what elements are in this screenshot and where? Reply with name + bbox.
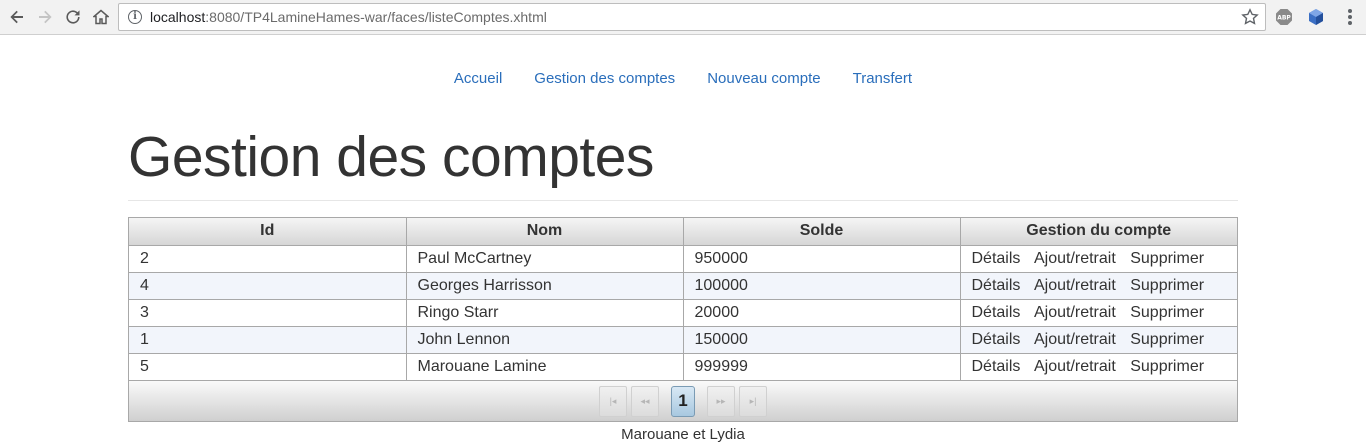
url-text: localhost:8080/TP4LamineHames-war/faces/… bbox=[150, 9, 547, 25]
column-header-id[interactable]: Id bbox=[129, 218, 407, 246]
details-link[interactable]: Détails bbox=[972, 277, 1021, 294]
cell-solde: 150000 bbox=[683, 326, 961, 354]
paginator: |◂ ◂◂ 1 ▸▸ ▸| bbox=[129, 380, 1237, 421]
table-row: 3 Ringo Starr 20000 Détails Ajout/retrai… bbox=[129, 299, 1237, 327]
cell-actions: Détails Ajout/retrait Supprimer bbox=[960, 353, 1237, 380]
supprimer-link[interactable]: Supprimer bbox=[1130, 304, 1204, 321]
first-page-icon[interactable]: |◂ bbox=[599, 385, 627, 417]
cell-nom: Marouane Lamine bbox=[406, 353, 684, 380]
table-row: 5 Marouane Lamine 999999 Détails Ajout/r… bbox=[129, 353, 1237, 380]
cell-nom: Georges Harrisson bbox=[406, 272, 684, 300]
ajout-retrait-link[interactable]: Ajout/retrait bbox=[1034, 250, 1116, 267]
cell-id: 5 bbox=[129, 353, 407, 380]
nav-gestion-comptes[interactable]: Gestion des comptes bbox=[534, 69, 675, 89]
cell-solde: 999999 bbox=[683, 353, 961, 380]
column-header-solde[interactable]: Solde bbox=[683, 218, 961, 246]
supprimer-link[interactable]: Supprimer bbox=[1130, 331, 1204, 348]
cell-actions: Détails Ajout/retrait Supprimer bbox=[960, 272, 1237, 300]
browser-menu-icon[interactable] bbox=[1348, 9, 1352, 25]
home-icon[interactable] bbox=[90, 6, 112, 28]
cell-nom: Ringo Starr bbox=[406, 299, 684, 327]
column-header-gestion: Gestion du compte bbox=[960, 218, 1237, 246]
cell-id: 4 bbox=[129, 272, 407, 300]
cell-actions: Détails Ajout/retrait Supprimer bbox=[960, 299, 1237, 327]
table-row: 1 John Lennon 150000 Détails Ajout/retra… bbox=[129, 326, 1237, 354]
last-page-icon[interactable]: ▸| bbox=[739, 385, 767, 417]
accounts-table: Id Nom Solde Gestion du compte 2 Paul Mc… bbox=[128, 217, 1238, 422]
nav-nouveau-compte[interactable]: Nouveau compte bbox=[707, 69, 820, 89]
cell-nom: Paul McCartney bbox=[406, 245, 684, 273]
page-title: Gestion des comptes bbox=[128, 125, 654, 189]
column-header-nom[interactable]: Nom bbox=[406, 218, 684, 246]
supprimer-link[interactable]: Supprimer bbox=[1130, 277, 1204, 294]
nav-accueil[interactable]: Accueil bbox=[454, 69, 502, 89]
main-navigation: Accueil Gestion des comptes Nouveau comp… bbox=[0, 69, 1366, 89]
cell-solde: 950000 bbox=[683, 245, 961, 273]
footer-text: Marouane et Lydia bbox=[621, 426, 745, 443]
supprimer-link[interactable]: Supprimer bbox=[1130, 358, 1204, 375]
cell-id: 3 bbox=[129, 299, 407, 327]
cell-id: 2 bbox=[129, 245, 407, 273]
ajout-retrait-link[interactable]: Ajout/retrait bbox=[1034, 358, 1116, 375]
ajout-retrait-link[interactable]: Ajout/retrait bbox=[1034, 277, 1116, 294]
table-row: 2 Paul McCartney 950000 Détails Ajout/re… bbox=[129, 245, 1237, 273]
back-arrow-icon[interactable] bbox=[6, 6, 28, 28]
ajout-retrait-link[interactable]: Ajout/retrait bbox=[1034, 331, 1116, 348]
cell-solde: 100000 bbox=[683, 272, 961, 300]
bookmark-star-icon[interactable] bbox=[1241, 8, 1259, 26]
info-icon[interactable]: i bbox=[128, 10, 142, 24]
table-header-row: Id Nom Solde Gestion du compte bbox=[129, 218, 1237, 246]
extension-cube-icon[interactable] bbox=[1307, 8, 1325, 26]
svg-text:ABP: ABP bbox=[1277, 15, 1291, 22]
details-link[interactable]: Détails bbox=[972, 304, 1021, 321]
nav-transfert[interactable]: Transfert bbox=[853, 69, 912, 89]
cell-actions: Détails Ajout/retrait Supprimer bbox=[960, 326, 1237, 354]
next-page-icon[interactable]: ▸▸ bbox=[707, 385, 735, 417]
details-link[interactable]: Détails bbox=[972, 331, 1021, 348]
cell-solde: 20000 bbox=[683, 299, 961, 327]
cell-id: 1 bbox=[129, 326, 407, 354]
adblock-icon[interactable]: ABP bbox=[1275, 8, 1293, 26]
cell-actions: Détails Ajout/retrait Supprimer bbox=[960, 245, 1237, 273]
table-row: 4 Georges Harrisson 100000 Détails Ajout… bbox=[129, 272, 1237, 300]
forward-arrow-icon[interactable] bbox=[34, 6, 56, 28]
previous-page-icon[interactable]: ◂◂ bbox=[631, 385, 659, 417]
details-link[interactable]: Détails bbox=[972, 250, 1021, 267]
supprimer-link[interactable]: Supprimer bbox=[1130, 250, 1204, 267]
page-number-current[interactable]: 1 bbox=[671, 385, 695, 417]
details-link[interactable]: Détails bbox=[972, 358, 1021, 375]
title-divider bbox=[128, 200, 1238, 201]
address-bar[interactable]: i localhost:8080/TP4LamineHames-war/face… bbox=[118, 3, 1266, 31]
cell-nom: John Lennon bbox=[406, 326, 684, 354]
reload-icon[interactable] bbox=[62, 6, 84, 28]
ajout-retrait-link[interactable]: Ajout/retrait bbox=[1034, 304, 1116, 321]
browser-toolbar: i localhost:8080/TP4LamineHames-war/face… bbox=[0, 0, 1366, 35]
